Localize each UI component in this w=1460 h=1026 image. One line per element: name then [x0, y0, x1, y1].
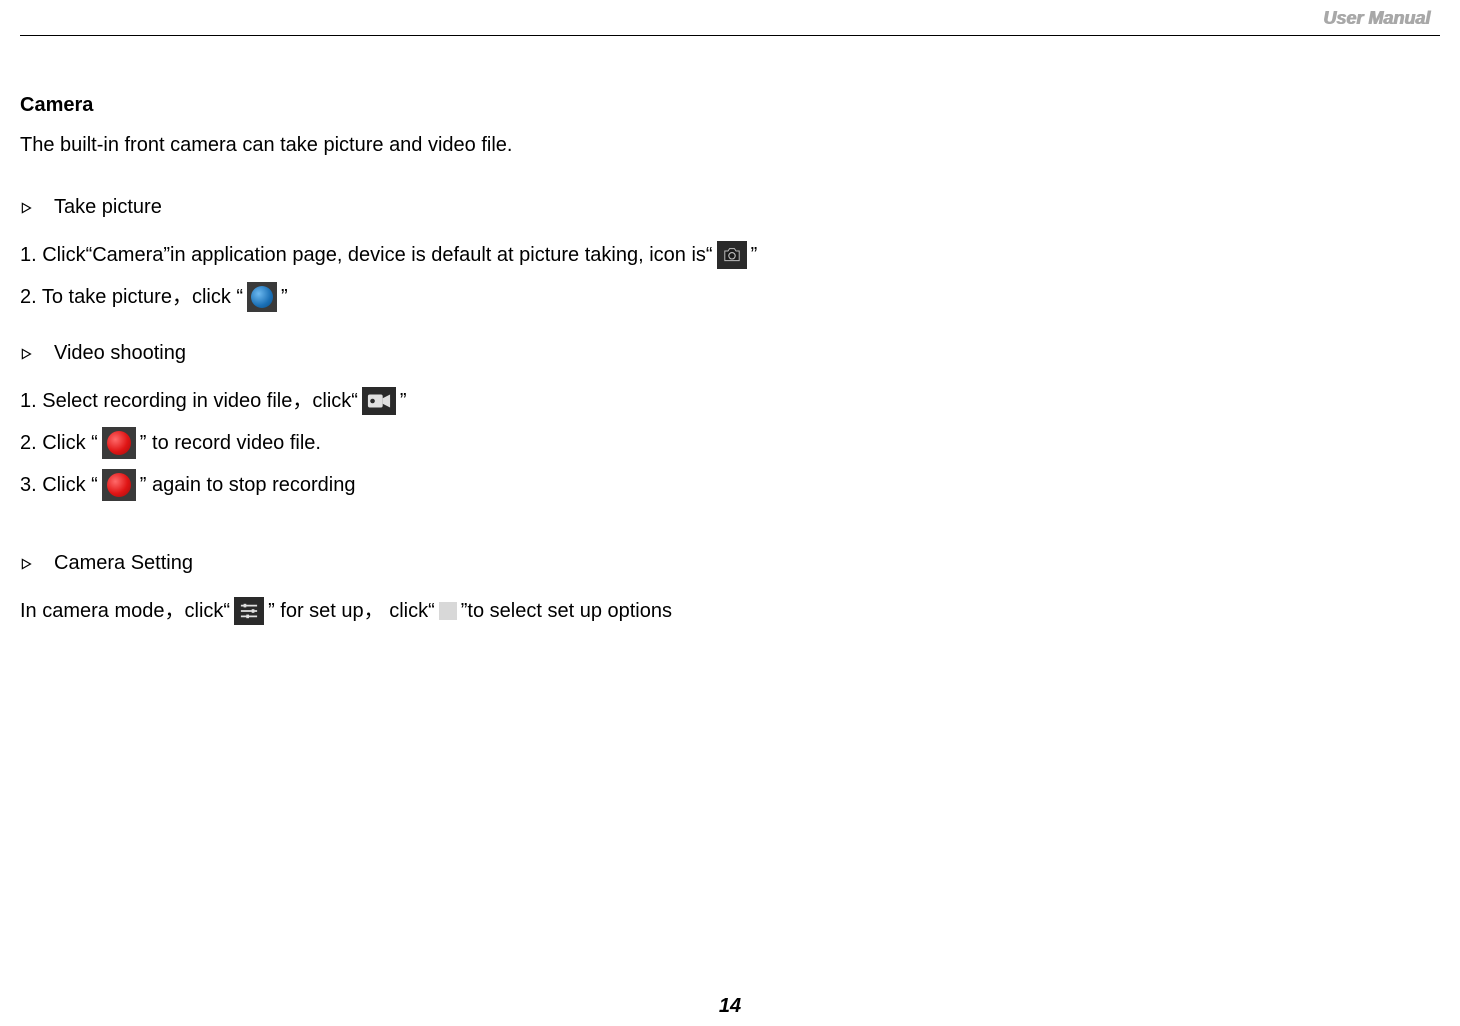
videocam-icon: [362, 387, 396, 415]
step1-text-a: 1. Click“Camera”in application page, dev…: [20, 236, 713, 274]
step2-text-b: ”: [281, 278, 288, 316]
video-step3-text-b: ” again to stop recording: [140, 466, 356, 504]
document-content: Camera The built-in front camera can tak…: [20, 86, 1440, 630]
camera-intro-text: The built-in front camera can take pictu…: [20, 126, 1440, 164]
page-number: 14: [719, 995, 741, 1018]
chevron-right-icon: [20, 546, 54, 580]
bullet-camera-setting: Camera Setting: [20, 544, 1440, 582]
camera-setting-line: In camera mode，click“ ” for set up， clic…: [20, 592, 1440, 630]
section-title-camera: Camera: [20, 86, 1440, 124]
video-step3-text-a: 3. Click “: [20, 466, 98, 504]
take-picture-step-1: 1. Click“Camera”in application page, dev…: [20, 236, 1440, 274]
take-picture-step-2: 2. To take picture，click “ ”: [20, 278, 1440, 316]
settings-sliders-icon: [234, 597, 264, 625]
header-divider: [20, 35, 1440, 36]
step2-text-a: 2. To take picture，click “: [20, 278, 243, 316]
video-step-1: 1. Select recording in video file，click“…: [20, 382, 1440, 420]
settings-text-c: ”to select set up options: [461, 592, 672, 630]
settings-text-b: ” for set up， click“: [268, 592, 435, 630]
heading-video-shooting: Video shooting: [54, 334, 186, 372]
video-step-2: 2. Click “ ” to record video file.: [20, 424, 1440, 462]
settings-text-a: In camera mode，click“: [20, 592, 230, 630]
record-red-icon: [102, 427, 136, 459]
video-step1-text-b: ”: [400, 382, 407, 420]
bullet-take-picture: Take picture: [20, 188, 1440, 226]
video-step1-text-a: 1. Select recording in video file，click“: [20, 382, 358, 420]
shutter-blue-icon: [247, 282, 277, 312]
settings-option-icon: [439, 602, 457, 620]
step1-text-b: ”: [751, 236, 758, 274]
record-red-icon: [102, 469, 136, 501]
heading-take-picture: Take picture: [54, 188, 162, 226]
video-step2-text-b: ” to record video file.: [140, 424, 321, 462]
heading-camera-setting: Camera Setting: [54, 544, 193, 582]
page-header-title: User Manual: [20, 0, 1440, 29]
camera-photo-icon: [717, 241, 747, 269]
chevron-right-icon: [20, 190, 54, 224]
bullet-video-shooting: Video shooting: [20, 334, 1440, 372]
video-step2-text-a: 2. Click “: [20, 424, 98, 462]
video-step-3: 3. Click “ ” again to stop recording: [20, 466, 1440, 504]
chevron-right-icon: [20, 336, 54, 370]
